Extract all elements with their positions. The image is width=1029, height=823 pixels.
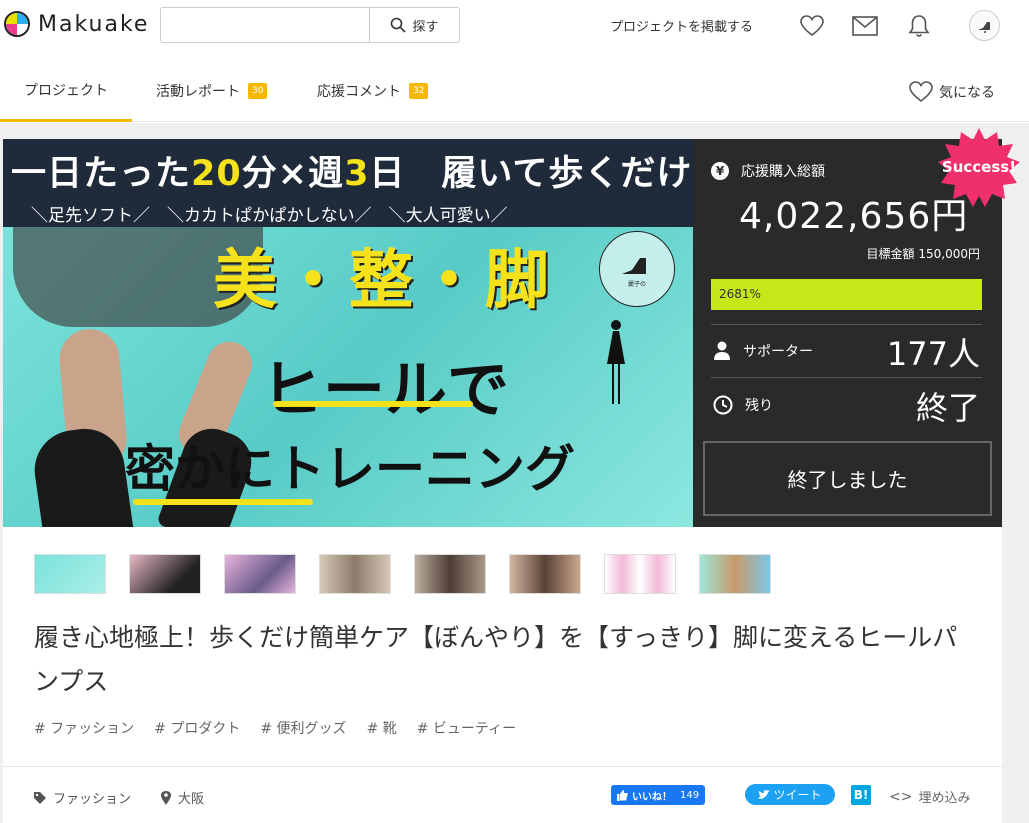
supporters-label-row: サポーター: [713, 341, 813, 361]
yen-icon: ¥: [711, 162, 729, 180]
supporters-count: 177人: [886, 335, 980, 373]
ended-button[interactable]: 終了しました: [703, 441, 992, 516]
hero-big-text: 美・整・脚: [213, 244, 553, 318]
hero-image: 一日たった20分×週3日 履いて歩くだけ ＼足先ソフト／ ＼カカトぱかぱかしない…: [3, 139, 693, 527]
mail-icon[interactable]: [852, 13, 878, 39]
embed-button[interactable]: <> 埋め込み: [889, 787, 971, 807]
hero-underline: [273, 401, 473, 407]
hero-mid-text: ヒールで: [261, 353, 510, 426]
post-project-link[interactable]: プロジェクトを掲載する: [610, 16, 753, 35]
supporters-label: サポーター: [743, 344, 813, 360]
project-title: 履き心地極上！歩くだけ簡単ケア【ぼんやり】を【すっきり】脚に変えるヒールパンプス: [34, 623, 958, 696]
progress-bar: 2681%: [711, 279, 982, 310]
thumbnail[interactable]: [319, 554, 391, 594]
hatena-bookmark-button[interactable]: B!: [851, 785, 871, 805]
embed-label: 埋め込み: [918, 791, 971, 806]
logo-text: Makuake: [38, 11, 150, 37]
tag-icon: [34, 791, 46, 804]
goal-amount: 目標金額 150,000円: [866, 247, 980, 261]
lady-silhouette-icon: [607, 320, 625, 404]
remaining-value: 終了: [915, 389, 980, 427]
tweet-label: ツイート: [773, 788, 822, 802]
tab-project[interactable]: プロジェクト: [0, 60, 132, 122]
tag-link[interactable]: # プロダクト: [154, 718, 240, 738]
bell-icon[interactable]: [906, 13, 932, 39]
shoe-logo-icon: [977, 21, 990, 33]
remaining-label-row: 残り: [713, 395, 773, 415]
location-pin-icon: [161, 790, 171, 805]
total-label: 応援購入総額: [741, 164, 825, 180]
tab-project-label: プロジェクト: [24, 82, 108, 99]
location-link[interactable]: 大阪: [160, 788, 204, 807]
hero-subline: ＼足先ソフト／ ＼カカトぱかぱかしない／ ＼大人可愛い／: [31, 206, 508, 226]
logo-icon: [4, 11, 30, 37]
person-icon: [714, 341, 730, 360]
thumbnail[interactable]: [509, 554, 581, 594]
search-box: 探す: [160, 7, 460, 43]
category-link[interactable]: ファッション: [33, 788, 131, 807]
gallery-thumbnails: [34, 554, 794, 594]
thumbnail[interactable]: [224, 554, 296, 594]
activity-report-count-badge: 30: [248, 83, 268, 99]
total-label-row: ¥ 応援購入総額: [711, 161, 825, 181]
shoe-logo-icon: 麗子の: [622, 258, 646, 288]
svg-text:麗子の: 麗子の: [628, 281, 646, 288]
tag-link[interactable]: # 靴: [367, 718, 397, 738]
tab-comments[interactable]: 応援コメント 32: [317, 60, 429, 122]
remaining-label: 残り: [745, 398, 773, 414]
tag-list: # ファッション # プロダクト # 便利グッズ # 靴 # ビューティー: [34, 718, 536, 738]
thumbnail[interactable]: [414, 554, 486, 594]
like-count: 149: [680, 789, 700, 801]
thumbnail[interactable]: [34, 554, 106, 594]
favorite-button[interactable]: 気になる: [909, 81, 995, 103]
search-input[interactable]: [161, 8, 369, 42]
site-header: Makuake 探す プロジェクトを掲載する: [0, 0, 1029, 52]
success-badge: Success!: [941, 158, 1017, 176]
tag-link[interactable]: # ビューティー: [417, 718, 516, 738]
divider: [711, 324, 982, 325]
facebook-like-button[interactable]: いいね！ 149: [611, 785, 706, 805]
comments-count-badge: 32: [409, 83, 429, 99]
clock-icon: [713, 395, 733, 415]
project-tabs: プロジェクト 活動レポート 30 応援コメント 32 気になる: [0, 60, 1029, 122]
makuake-logo[interactable]: Makuake: [4, 11, 149, 37]
tab-activity-report-label: 活動レポート: [156, 84, 240, 100]
search-icon: [391, 17, 407, 33]
code-icon: <>: [889, 788, 913, 805]
tweet-button[interactable]: ツイート: [745, 784, 835, 805]
like-label: いいね！: [632, 791, 672, 803]
category-label: ファッション: [53, 792, 132, 807]
tab-comments-label: 応援コメント: [317, 84, 401, 100]
thumbnail[interactable]: [129, 554, 201, 594]
total-amount: 4,022,656円: [739, 196, 969, 237]
tab-activity-report[interactable]: 活動レポート 30: [156, 60, 268, 122]
heart-icon[interactable]: [799, 13, 825, 39]
divider: [3, 766, 1002, 767]
avatar[interactable]: [969, 10, 1000, 41]
progress-percent: 2681%: [719, 287, 761, 301]
brand-stamp: 麗子の: [599, 231, 675, 307]
heart-icon: [909, 81, 933, 103]
hero-headline: 一日たった20分×週3日 履いて歩くだけ: [11, 154, 693, 194]
thumbnail[interactable]: [604, 554, 676, 594]
tag-link[interactable]: # ファッション: [34, 718, 134, 738]
search-button[interactable]: 探す: [369, 8, 459, 42]
twitter-bird-icon: [758, 789, 771, 799]
hero-underline: [133, 499, 313, 505]
thumbs-up-icon: [617, 789, 628, 801]
divider: [711, 377, 982, 378]
thumbnail[interactable]: [699, 554, 771, 594]
search-button-label: 探す: [412, 19, 439, 35]
favorite-label: 気になる: [939, 85, 995, 101]
hero-bottom-text: 密かにトレーニング: [125, 440, 575, 498]
location-label: 大阪: [178, 792, 205, 807]
tag-link[interactable]: # 便利グッズ: [260, 718, 346, 738]
